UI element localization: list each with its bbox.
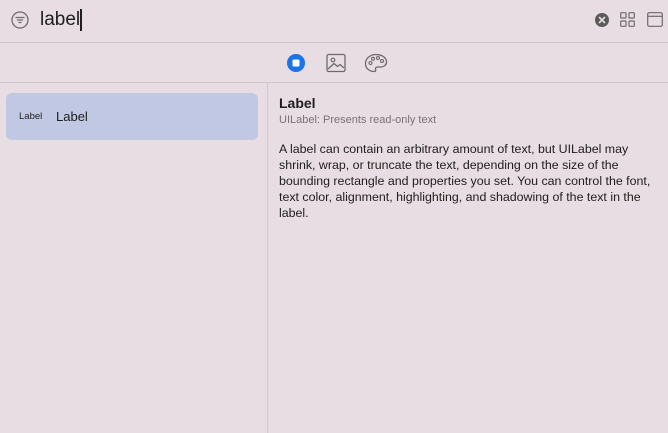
palette-icon[interactable] <box>364 52 388 74</box>
filter-icon[interactable] <box>11 11 29 29</box>
detail-subtitle: UILabel: Presents read-only text <box>279 114 437 126</box>
detail-pane: Label UILabel: Presents read-only text A… <box>269 83 668 433</box>
image-icon[interactable] <box>325 52 347 74</box>
text-caret <box>80 9 82 31</box>
search-input[interactable] <box>40 6 560 34</box>
detail-description: A label can contain an arbitrary amount … <box>279 142 651 220</box>
detail-view-icon[interactable] <box>647 12 663 27</box>
search-bar <box>0 0 668 43</box>
object-list: Label Label <box>0 83 268 433</box>
stop-circle-icon[interactable] <box>285 52 307 74</box>
list-item[interactable]: Label Label <box>6 93 258 140</box>
library-toolbar <box>0 43 668 83</box>
library-window: Label Label Label UILabel: Presents read… <box>0 0 668 433</box>
clear-search-icon[interactable] <box>595 13 609 27</box>
grid-view-icon[interactable] <box>620 12 635 27</box>
item-preview: Label <box>19 111 43 122</box>
detail-title: Label <box>279 95 316 111</box>
item-title: Label <box>56 109 88 124</box>
